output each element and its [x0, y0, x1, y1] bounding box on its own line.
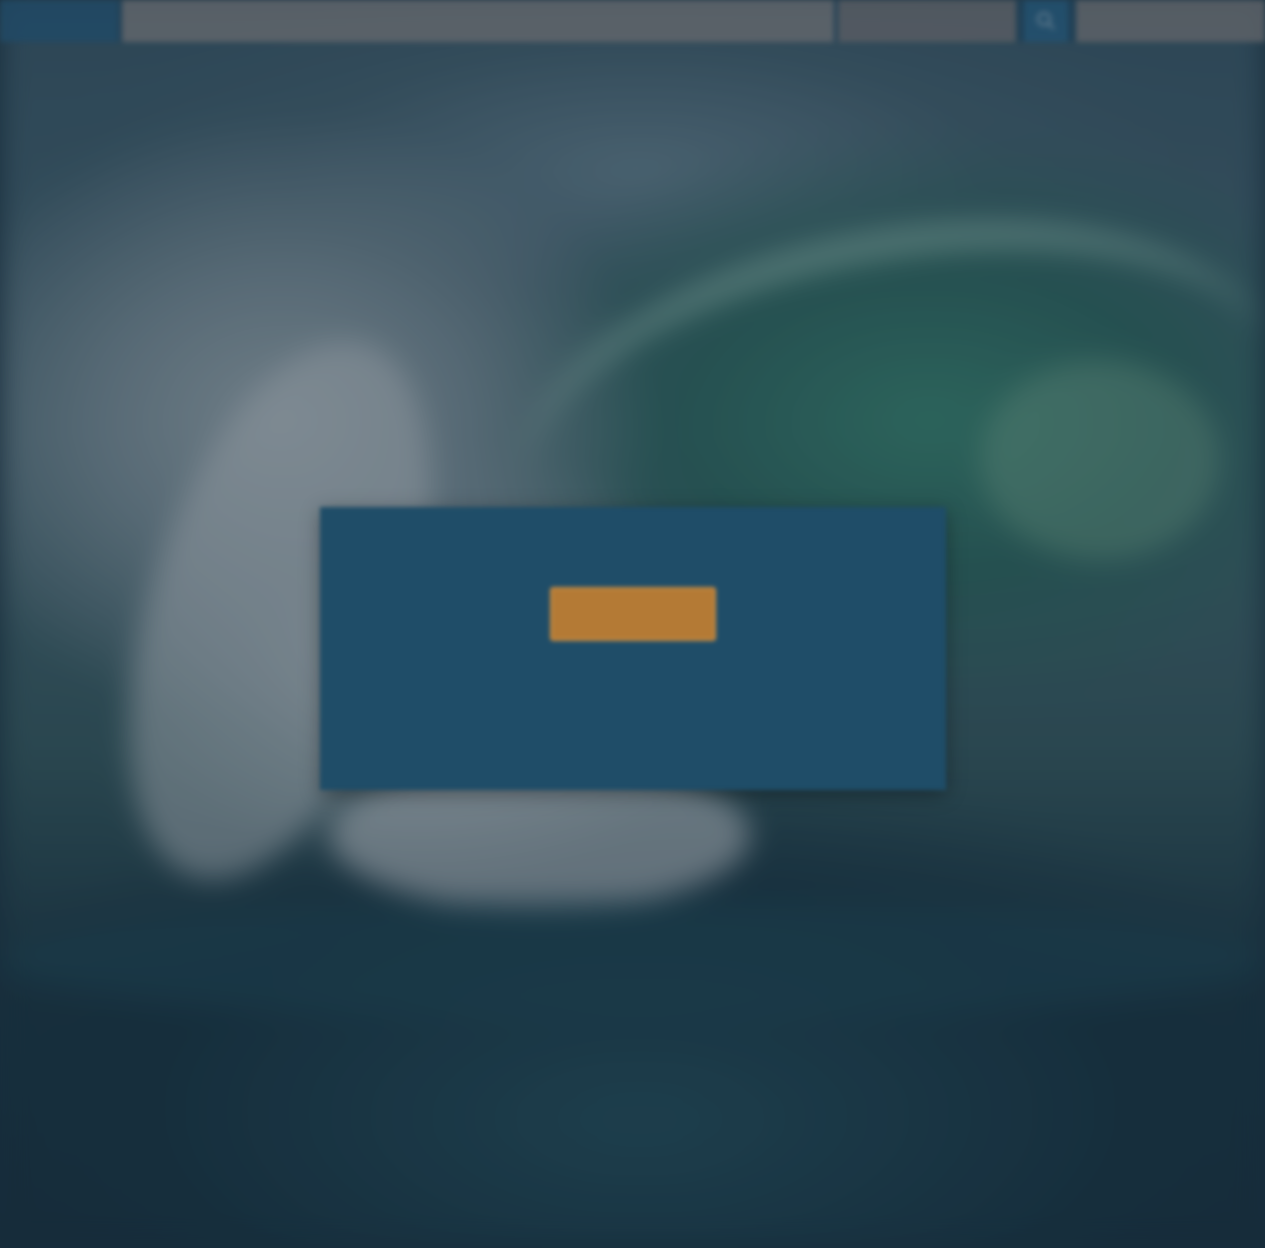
modal-action-button[interactable] — [550, 587, 716, 641]
modal-dialog — [320, 507, 946, 790]
